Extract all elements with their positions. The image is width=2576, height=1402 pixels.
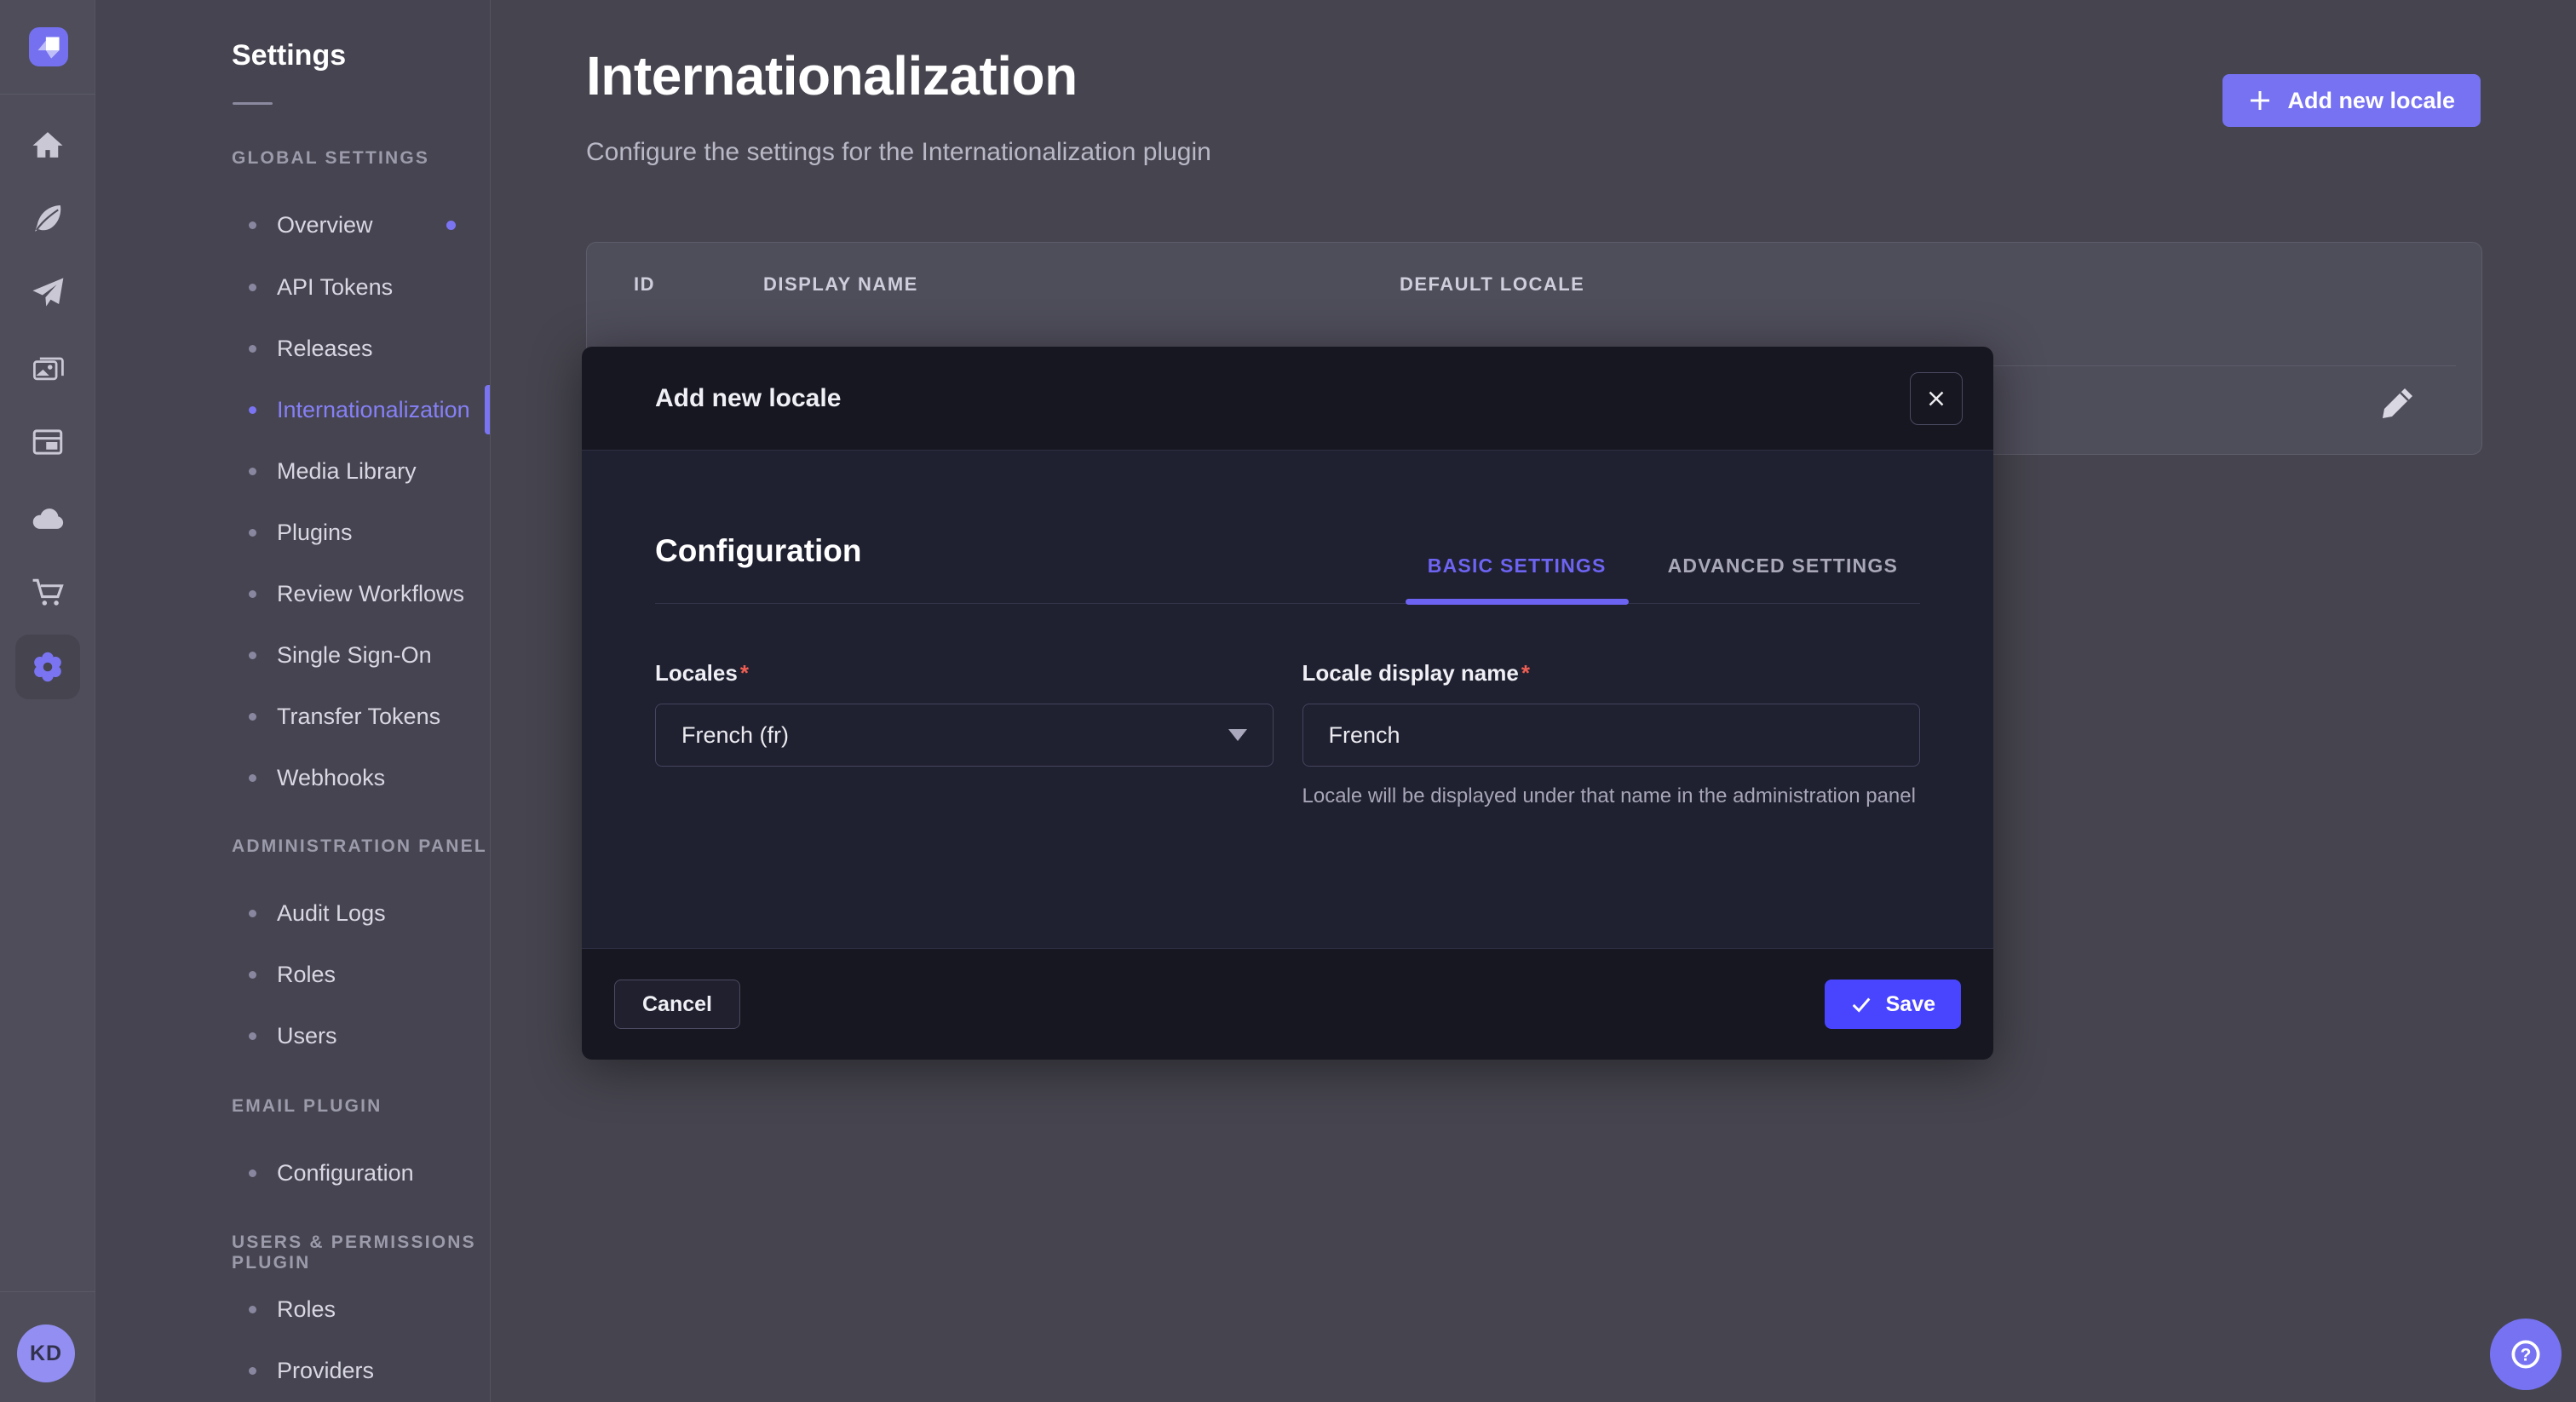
deploy-plane-icon[interactable] (0, 260, 95, 325)
column-header-display-name: DISPLAY NAME (763, 273, 918, 296)
avatar-initials: KD (30, 1342, 62, 1366)
locales-select-value: French (fr) (681, 722, 789, 749)
sidebar-item-up-roles[interactable]: Roles (232, 1278, 456, 1340)
configuration-title: Configuration (655, 533, 862, 603)
locales-label: Locales* (655, 660, 1274, 687)
close-modal-button[interactable] (1910, 372, 1963, 425)
cancel-button[interactable]: Cancel (614, 980, 740, 1029)
section-administration-panel: ADMINISTRATION PANEL (232, 836, 487, 859)
display-name-label: Locale display name* (1302, 660, 1921, 687)
sidebar-item-overview[interactable]: Overview (232, 194, 456, 256)
pencil-icon (2379, 384, 2417, 422)
locales-field-group: Locales* French (fr) (655, 660, 1274, 810)
locales-select[interactable]: French (fr) (655, 704, 1274, 767)
add-new-locale-button[interactable]: Add new locale (2222, 74, 2481, 127)
section-global-settings: GLOBAL SETTINGS (232, 148, 429, 170)
sidebar-item-plugins[interactable]: Plugins (232, 502, 456, 563)
add-locale-modal: Add new locale Configuration BASIC SETTI… (582, 347, 1993, 1060)
required-asterisk: * (740, 660, 749, 686)
settings-tabs: BASIC SETTINGS ADVANCED SETTINGS (1406, 554, 1920, 603)
save-button[interactable]: Save (1825, 980, 1961, 1029)
user-avatar[interactable]: KD (17, 1324, 75, 1382)
strapi-logo-icon (29, 27, 68, 66)
page-subtitle: Configure the settings for the Internati… (586, 138, 1211, 167)
sidebar-item-internationalization[interactable]: Internationalization (232, 379, 456, 440)
required-asterisk: * (1521, 660, 1530, 686)
rail-divider (0, 94, 95, 95)
modal-header: Add new locale (582, 347, 1993, 451)
help-button[interactable]: ? (2490, 1319, 2562, 1390)
sidebar-item-providers[interactable]: Providers (232, 1340, 456, 1401)
app-root: KD Settings GLOBAL SETTINGS Overview API… (0, 0, 2576, 1402)
tab-advanced-settings[interactable]: ADVANCED SETTINGS (1646, 554, 1920, 603)
sidebar-item-email-configuration[interactable]: Configuration (232, 1142, 456, 1204)
section-email-plugin: EMAIL PLUGIN (232, 1096, 382, 1118)
sidebar-item-api-tokens[interactable]: API Tokens (232, 256, 456, 318)
plus-icon (2248, 89, 2272, 112)
home-icon[interactable] (0, 112, 95, 177)
sidebar-item-users[interactable]: Users (232, 1005, 456, 1066)
marketplace-cart-icon[interactable] (0, 560, 95, 625)
cloud-icon[interactable] (0, 486, 95, 550)
content-type-layout-icon[interactable] (0, 410, 95, 474)
configuration-header-row: Configuration BASIC SETTINGS ADVANCED SE… (655, 451, 1920, 604)
modal-title: Add new locale (655, 384, 841, 413)
content-feather-icon[interactable] (0, 186, 95, 250)
notification-dot (446, 221, 456, 230)
rail-bottom-divider (0, 1291, 95, 1292)
active-item-indicator (485, 385, 490, 434)
sidebar-title-underline (233, 102, 273, 105)
locale-display-name-input[interactable] (1302, 704, 1921, 767)
sidebar-item-webhooks[interactable]: Webhooks (232, 747, 456, 808)
question-icon: ? (2506, 1335, 2545, 1374)
locale-form: Locales* French (fr) Locale display name… (655, 660, 1920, 810)
sidebar-title: Settings (232, 39, 346, 72)
tab-basic-settings[interactable]: BASIC SETTINGS (1406, 554, 1629, 603)
edit-locale-button[interactable] (2376, 381, 2420, 425)
media-library-icon[interactable] (0, 336, 95, 400)
sidebar-item-review-workflows[interactable]: Review Workflows (232, 563, 456, 624)
chevron-down-icon (1228, 729, 1247, 741)
sidebar-item-media-library[interactable]: Media Library (232, 440, 456, 502)
sidebar-item-single-sign-on[interactable]: Single Sign-On (232, 624, 456, 686)
strapi-logo[interactable] (29, 27, 68, 66)
section-users-permissions-plugin: USERS & PERMISSIONS PLUGIN (232, 1232, 490, 1255)
close-icon (1923, 386, 1949, 411)
svg-text:?: ? (2521, 1345, 2532, 1365)
settings-sidebar: Settings GLOBAL SETTINGS Overview API To… (95, 0, 491, 1402)
sidebar-item-releases[interactable]: Releases (232, 318, 456, 379)
display-name-hint: Locale will be displayed under that name… (1302, 782, 1920, 810)
sidebar-item-audit-logs[interactable]: Audit Logs (232, 882, 456, 944)
column-header-id: ID (634, 273, 655, 296)
settings-gear-icon[interactable] (0, 635, 95, 699)
nav-rail: KD (0, 0, 95, 1402)
page-title: Internationalization (586, 44, 1078, 107)
sidebar-item-transfer-tokens[interactable]: Transfer Tokens (232, 686, 456, 747)
display-name-field-group: Locale display name* Locale will be disp… (1302, 660, 1921, 810)
check-icon (1850, 993, 1872, 1015)
modal-footer: Cancel Save (582, 948, 1993, 1060)
modal-body: Configuration BASIC SETTINGS ADVANCED SE… (582, 451, 1993, 948)
sidebar-item-admin-roles[interactable]: Roles (232, 944, 456, 1005)
column-header-default-locale: DEFAULT LOCALE (1400, 273, 1584, 296)
